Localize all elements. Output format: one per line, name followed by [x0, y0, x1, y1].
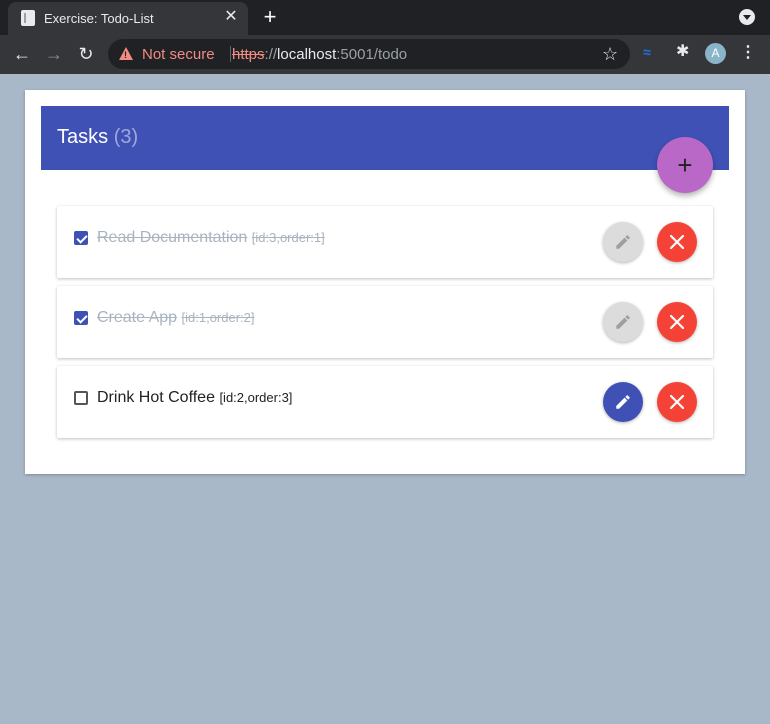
back-arrow-icon[interactable]: ←: [10, 42, 34, 66]
address-bar[interactable]: Not secure https://localhost:5001/todo ☆: [108, 39, 630, 69]
task-item: Drink Hot Coffee [id:2,order:3]: [57, 366, 713, 438]
extension-icon[interactable]: ≈: [643, 44, 651, 60]
extensions-puzzle-icon[interactable]: ✱: [676, 44, 692, 60]
task-item: Read Documentation [id:3,order:1]: [57, 206, 713, 278]
tab-title: Exercise: Todo-List: [44, 11, 154, 26]
task-checkbox[interactable]: [74, 391, 88, 405]
pencil-icon: [616, 395, 630, 409]
tasks-header: Tasks (3): [41, 106, 729, 170]
task-label: Drink Hot Coffee [id:2,order:3]: [97, 389, 292, 407]
url-text[interactable]: https://localhost:5001/todo: [232, 46, 407, 63]
todo-card: Tasks (3) + Read Documentation [id:3,ord…: [25, 90, 745, 474]
delete-task-button[interactable]: [657, 302, 697, 342]
delete-task-button[interactable]: [657, 222, 697, 262]
task-label: Create App [id:1,order:2]: [97, 309, 255, 327]
page-title: Tasks (3): [57, 126, 139, 148]
new-tab-button[interactable]: +: [259, 6, 281, 28]
task-label: Read Documentation [id:3,order:1]: [97, 229, 325, 247]
add-task-button[interactable]: +: [657, 137, 713, 193]
task-name: Drink Hot Coffee: [97, 389, 215, 406]
task-checkbox[interactable]: [74, 311, 88, 325]
profile-avatar[interactable]: A: [705, 43, 726, 64]
tab-strip: Exercise: Todo-List ✕ +: [0, 0, 770, 35]
omnibox-divider: [230, 46, 231, 62]
forward-arrow-icon[interactable]: →: [42, 42, 66, 66]
bookmark-star-icon[interactable]: ☆: [602, 44, 618, 65]
task-meta: [id:3,order:1]: [251, 230, 325, 245]
close-icon: [669, 234, 685, 250]
edit-task-button[interactable]: [603, 382, 643, 422]
task-checkbox[interactable]: [74, 231, 88, 245]
document-icon: [21, 10, 35, 26]
warning-icon[interactable]: [119, 47, 133, 60]
delete-task-button[interactable]: [657, 382, 697, 422]
more-menu-icon[interactable]: ⋮: [740, 43, 756, 63]
task-item: Create App [id:1,order:2]: [57, 286, 713, 358]
task-name: Create App: [97, 309, 178, 326]
browser-tab[interactable]: Exercise: Todo-List ✕: [8, 2, 248, 35]
browser-toolbar: ← → ↻ Not secure https://localhost:5001/…: [0, 35, 770, 74]
close-icon: [669, 394, 685, 410]
edit-task-button[interactable]: [603, 302, 643, 342]
close-icon: [669, 314, 685, 330]
close-icon[interactable]: ✕: [223, 9, 239, 25]
task-name: Read Documentation: [97, 229, 248, 246]
security-indicator[interactable]: Not secure: [142, 46, 215, 63]
reload-icon[interactable]: ↻: [74, 42, 98, 66]
pencil-icon: [616, 235, 630, 249]
tab-search-icon[interactable]: [739, 9, 755, 25]
pencil-icon: [616, 315, 630, 329]
task-count: (3): [113, 126, 139, 148]
edit-task-button[interactable]: [603, 222, 643, 262]
task-meta: [id:2,order:3]: [219, 390, 293, 405]
task-meta: [id:1,order:2]: [181, 310, 255, 325]
